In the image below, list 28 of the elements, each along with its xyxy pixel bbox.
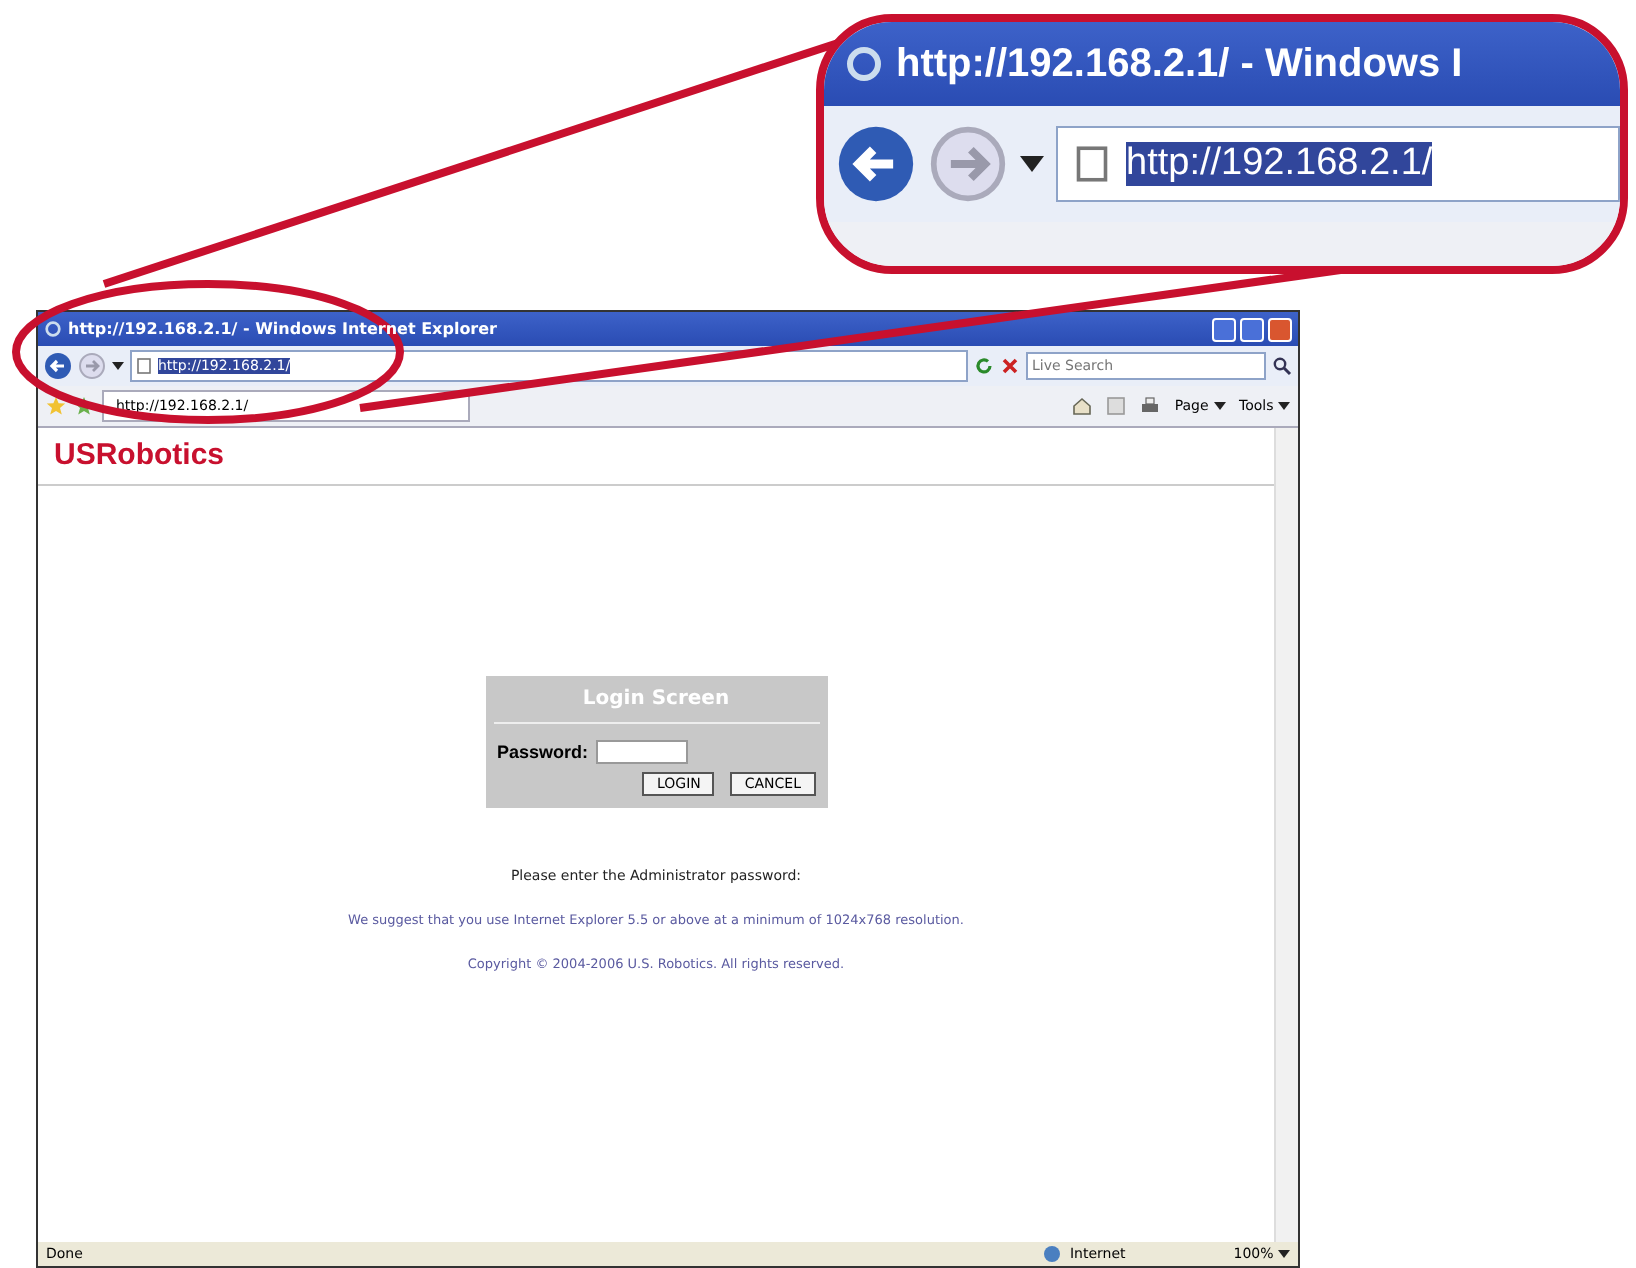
caret-icon — [1278, 402, 1290, 410]
minimize-button[interactable] — [1212, 317, 1236, 341]
close-button[interactable] — [1268, 317, 1292, 341]
browser-icon — [44, 320, 62, 338]
window-title: http://192.168.2.1/ - Windows I — [896, 41, 1463, 87]
printer-icon[interactable] — [1140, 396, 1161, 416]
favorites-star-icon[interactable] — [46, 396, 66, 416]
scrollbar[interactable] — [1274, 428, 1298, 1242]
search-icon[interactable] — [1272, 356, 1292, 376]
caret-icon — [1213, 402, 1226, 410]
address-field[interactable]: http://192.168.2.1/ — [1056, 126, 1620, 202]
refresh-icon[interactable] — [974, 356, 994, 376]
caret-icon — [1278, 1250, 1290, 1258]
caret-icon[interactable] — [1020, 156, 1044, 172]
back-icon[interactable] — [836, 124, 916, 204]
caret-icon[interactable] — [112, 362, 124, 370]
password-label: Password: — [497, 742, 589, 762]
page-icon — [136, 358, 152, 374]
stop-icon[interactable] — [1000, 356, 1020, 376]
home-icon[interactable] — [1072, 396, 1093, 416]
globe-icon — [1041, 1244, 1062, 1264]
password-field[interactable] — [596, 740, 689, 764]
browser-icon — [844, 44, 884, 84]
page-icon — [1074, 146, 1110, 182]
maximize-button[interactable] — [1240, 317, 1264, 341]
back-icon[interactable] — [44, 352, 72, 380]
add-favorite-icon[interactable] — [74, 396, 94, 416]
logo: USRobotics — [54, 438, 225, 472]
